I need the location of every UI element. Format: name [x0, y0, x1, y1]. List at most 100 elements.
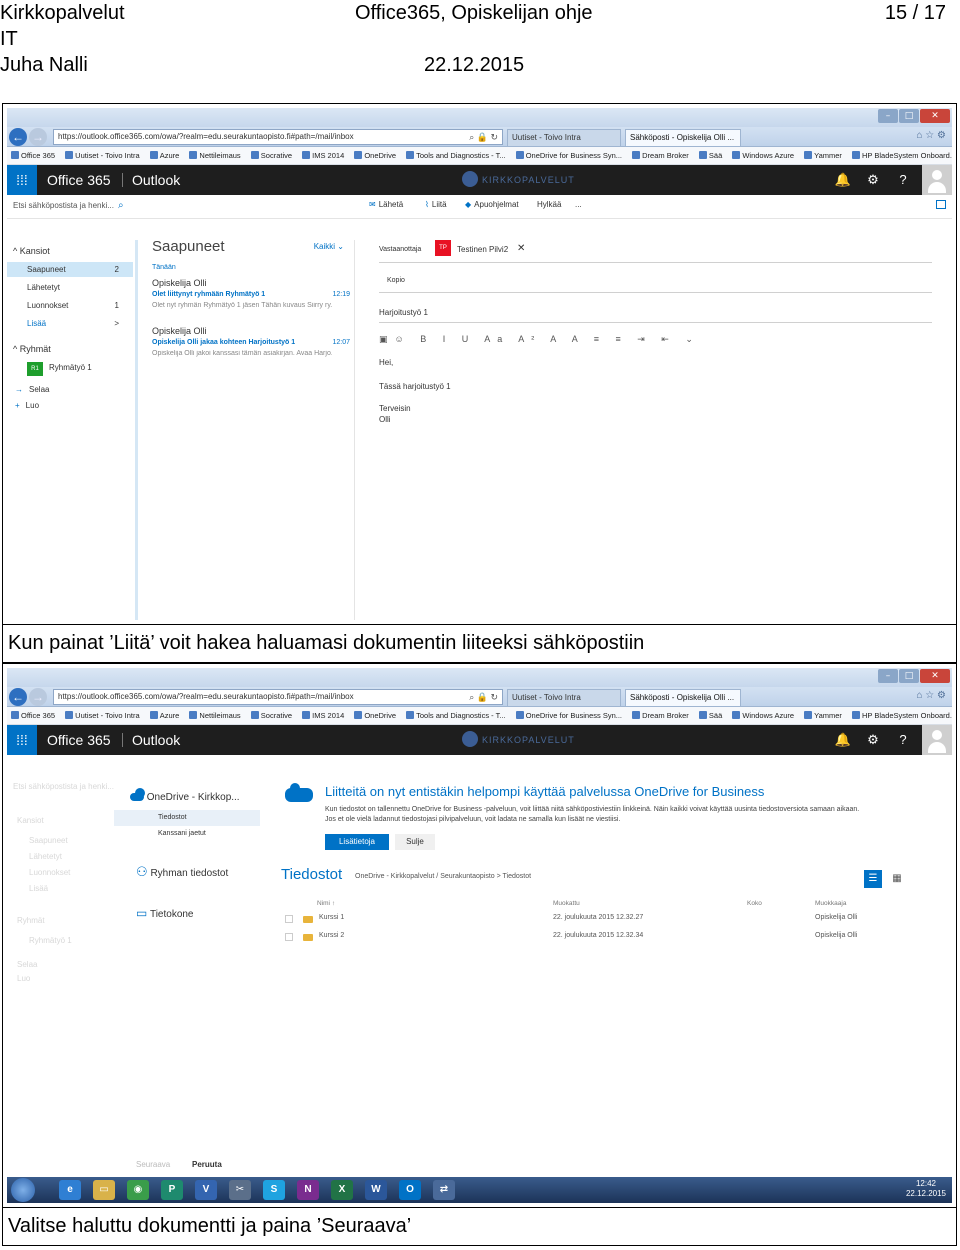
publisher-icon[interactable]: P: [161, 1180, 183, 1200]
remote-desktop-icon[interactable]: ⇄: [433, 1180, 455, 1200]
address-bar[interactable]: https://outlook.office365.com/owa/?realm…: [53, 129, 503, 145]
help-icon[interactable]: ?: [888, 725, 918, 755]
col-modified[interactable]: Muokattu: [553, 900, 580, 907]
fav-item[interactable]: Dream Broker: [632, 151, 689, 160]
outlook-icon[interactable]: O: [399, 1180, 421, 1200]
minimize-button[interactable]: –: [878, 109, 898, 123]
list-item[interactable]: Opiskelija Olli Olet liittynyt ryhmään R…: [138, 278, 354, 320]
browser-tab-mail[interactable]: Sähköposti - Opiskelija Olli ...: [625, 129, 741, 146]
visio-icon[interactable]: V: [195, 1180, 217, 1200]
bell-icon[interactable]: 🔔: [828, 165, 858, 195]
group-item[interactable]: R1 Ryhmätyö 1: [7, 360, 133, 376]
nav-shared[interactable]: Kanssani jaetut: [158, 830, 206, 837]
cc-label[interactable]: Kopio: [387, 277, 405, 284]
col-size[interactable]: Koko: [747, 900, 762, 907]
addins-button[interactable]: ◆ Apuohjelmat: [465, 200, 519, 209]
fav-item[interactable]: Yammer: [804, 711, 842, 720]
gear-icon[interactable]: ⚙: [858, 165, 888, 195]
remove-recipient-icon[interactable]: ✕: [517, 243, 525, 254]
body-line[interactable]: Tässä harjoitustyö 1: [379, 382, 451, 391]
folders-header[interactable]: ^ Kansiot: [7, 244, 133, 259]
fav-item[interactable]: Socrative: [250, 711, 292, 720]
folder-sent[interactable]: Lähetetyt: [7, 280, 133, 295]
fav-item[interactable]: Uutiset - Toivo Intra: [65, 711, 140, 720]
app-launcher-icon[interactable]: ⁞⁞⁞: [7, 165, 37, 195]
more-button[interactable]: ...: [575, 200, 582, 209]
help-icon[interactable]: ?: [888, 165, 918, 195]
body-line[interactable]: Olli: [379, 415, 391, 424]
browser-tab-mail[interactable]: Sähköposti - Opiskelija Olli ...: [625, 689, 741, 706]
fav-item[interactable]: Office 365: [11, 151, 55, 160]
fav-item[interactable]: OneDrive for Business Syn...: [515, 151, 622, 160]
popout-icon[interactable]: [936, 200, 946, 209]
avatar[interactable]: [922, 165, 952, 195]
skype-icon[interactable]: S: [263, 1180, 285, 1200]
back-button[interactable]: ←: [9, 128, 27, 146]
fav-item[interactable]: Windows Azure: [732, 711, 794, 720]
create-group[interactable]: + Luo: [7, 398, 133, 413]
fav-item[interactable]: Nettileimaus: [189, 711, 241, 720]
nav-group-files[interactable]: ⚇ Ryhman tiedostot: [136, 864, 228, 880]
list-item[interactable]: Opiskelija Olli Opiskelija Olli jakaa ko…: [138, 326, 354, 368]
app-launcher-icon[interactable]: ⁞⁞⁞: [7, 725, 37, 755]
chrome-icon[interactable]: ◉: [127, 1180, 149, 1200]
more-info-button[interactable]: Lisätietoja: [325, 834, 389, 850]
close-banner-button[interactable]: Sulje: [395, 834, 435, 850]
fav-item[interactable]: Yammer: [804, 151, 842, 160]
fav-item[interactable]: Azure: [149, 151, 179, 160]
home-star-gear-icons[interactable]: ⌂ ☆ ⚙: [916, 130, 946, 141]
browser-tab-intra[interactable]: Uutiset - Toivo Intra: [507, 129, 621, 146]
list-view-icon[interactable]: ☰: [864, 870, 882, 888]
attach-button[interactable]: ⌇ Liitä: [425, 200, 447, 209]
tile-view-icon[interactable]: ▦: [888, 870, 906, 888]
fav-item[interactable]: IMS 2014: [302, 151, 344, 160]
fav-item[interactable]: Socrative: [250, 151, 292, 160]
folder-drafts[interactable]: Luonnokset 1: [7, 298, 133, 313]
col-name[interactable]: Nimi ↑: [317, 900, 335, 907]
fav-item[interactable]: Azure: [149, 711, 179, 720]
formatting-toolbar[interactable]: ▣☺ B I U Aa A² A A ≡ ≡ ⇥ ⇤ ⌄: [379, 334, 700, 345]
fav-item[interactable]: Sää: [698, 711, 722, 720]
next-button[interactable]: Seuraava: [136, 1160, 170, 1169]
folder-inbox[interactable]: Saapuneet 2: [7, 262, 133, 277]
send-button[interactable]: ✉ Lähetä: [369, 200, 403, 209]
fav-item[interactable]: OneDrive: [354, 711, 396, 720]
nav-onedrive[interactable]: OneDrive - Kirkkop...: [130, 788, 240, 803]
breadcrumb[interactable]: OneDrive - Kirkkopalvelut / Seurakuntaop…: [355, 873, 531, 880]
system-tray[interactable]: 12:42 22.12.2015: [906, 1179, 946, 1199]
browser-tab-intra[interactable]: Uutiset - Toivo Intra: [507, 689, 621, 706]
fav-item[interactable]: Nettileimaus: [189, 151, 241, 160]
fav-item[interactable]: IMS 2014: [302, 711, 344, 720]
cancel-button[interactable]: Peruuta: [192, 1160, 222, 1169]
word-icon[interactable]: W: [365, 1180, 387, 1200]
body-line[interactable]: Hei,: [379, 358, 393, 367]
close-window-button[interactable]: ✕: [920, 109, 950, 123]
to-label[interactable]: Vastaanottaja: [379, 246, 421, 253]
search-input[interactable]: Etsi sähköpostista ja henki... ⌕: [13, 200, 124, 211]
back-button[interactable]: ←: [9, 688, 27, 706]
folder-more[interactable]: Lisää >: [7, 316, 133, 331]
discard-button[interactable]: Hylkää: [537, 200, 561, 209]
nav-files[interactable]: Tiedostot: [114, 810, 260, 826]
fav-item[interactable]: Tools and Diagnostics - T...: [406, 151, 506, 160]
row-checkbox[interactable]: [285, 933, 293, 941]
fav-item[interactable]: OneDrive: [354, 151, 396, 160]
fav-item[interactable]: Sää: [698, 151, 722, 160]
gear-icon[interactable]: ⚙: [858, 725, 888, 755]
app-name[interactable]: Outlook: [132, 165, 180, 195]
fav-item[interactable]: Dream Broker: [632, 711, 689, 720]
address-bar[interactable]: https://outlook.office365.com/owa/?realm…: [53, 689, 503, 705]
maximize-button[interactable]: □: [899, 669, 919, 683]
fav-item[interactable]: Office 365: [11, 711, 55, 720]
app-name[interactable]: Outlook: [132, 725, 180, 755]
col-modified-by[interactable]: Muokkaaja: [815, 900, 846, 907]
groups-header[interactable]: ^ Ryhmät: [7, 342, 133, 357]
tools-icon[interactable]: ✂: [229, 1180, 251, 1200]
close-window-button[interactable]: ✕: [920, 669, 950, 683]
suite-title[interactable]: Office 365: [47, 165, 111, 195]
filter-dropdown[interactable]: Kaikki ⌄: [314, 242, 344, 251]
explorer-icon[interactable]: ▭: [93, 1180, 115, 1200]
suite-title[interactable]: Office 365: [47, 725, 111, 755]
fav-item[interactable]: HP BladeSystem Onboard...: [852, 151, 952, 160]
forward-button[interactable]: →: [29, 128, 47, 146]
